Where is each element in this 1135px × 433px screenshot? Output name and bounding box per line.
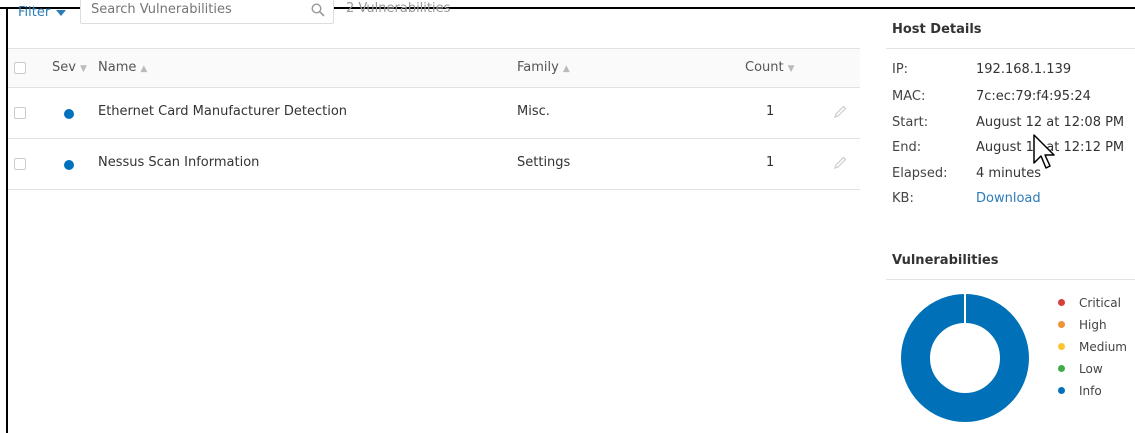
table-header-row: Sev ▼ Name ▲ Family ▲ Count ▼ bbox=[8, 49, 860, 88]
severity-info-indicator bbox=[64, 109, 74, 119]
family-header-label: Family bbox=[517, 60, 559, 75]
kb-download-link[interactable]: Download bbox=[976, 191, 1041, 206]
vulnerability-count: 1 bbox=[766, 104, 775, 119]
sort-desc-icon: ▼ bbox=[787, 64, 795, 74]
start-value: August 12 at 12:08 PM bbox=[976, 115, 1125, 130]
toolbar: Filter 2 Vulnerabilities bbox=[8, 0, 868, 30]
legend-item-info[interactable]: Info bbox=[1058, 383, 1102, 399]
end-label: End: bbox=[892, 140, 922, 155]
severity-info-indicator bbox=[64, 160, 74, 170]
kb-label: KB: bbox=[892, 191, 914, 206]
mac-value: 7c:ec:79:f4:95:24 bbox=[976, 89, 1091, 104]
legend-label: Info bbox=[1079, 384, 1102, 398]
legend-item-medium[interactable]: Medium bbox=[1058, 339, 1127, 355]
legend-dot bbox=[1058, 343, 1065, 350]
vulnerabilities-table: Sev ▼ Name ▲ Family ▲ Count ▼ Ethernet Card … bbox=[8, 48, 860, 190]
row-checkbox[interactable] bbox=[14, 158, 26, 170]
select-all-checkbox[interactable] bbox=[14, 62, 26, 74]
legend-dot bbox=[1058, 387, 1065, 394]
vulnerability-count: 1 bbox=[766, 155, 775, 170]
vulnerability-name[interactable]: Ethernet Card Manufacturer Detection bbox=[98, 104, 347, 119]
legend-item-critical[interactable]: Critical bbox=[1058, 295, 1121, 311]
search-box[interactable] bbox=[80, 0, 334, 24]
column-header-family[interactable]: Family ▲ bbox=[517, 60, 570, 75]
mouse-pointer-icon bbox=[1033, 134, 1055, 169]
legend-item-low[interactable]: Low bbox=[1058, 361, 1103, 377]
count-header-label: Count bbox=[745, 60, 784, 75]
sort-asc-icon: ▲ bbox=[562, 64, 570, 74]
ip-label: IP: bbox=[892, 62, 909, 77]
column-header-name[interactable]: Name ▲ bbox=[98, 60, 147, 75]
donut-segment-info[interactable] bbox=[901, 294, 1029, 422]
filter-button[interactable]: Filter bbox=[18, 0, 67, 26]
column-header-sev[interactable]: Sev ▼ bbox=[52, 60, 87, 75]
legend-label: Low bbox=[1079, 362, 1103, 376]
legend-dot bbox=[1058, 321, 1065, 328]
divider bbox=[886, 279, 1135, 280]
name-header-label: Name bbox=[98, 60, 137, 75]
legend-label: High bbox=[1079, 318, 1107, 332]
sort-asc-icon: ▲ bbox=[140, 64, 148, 74]
start-label: Start: bbox=[892, 115, 929, 130]
table-row[interactable]: Nessus Scan Information Settings 1 bbox=[8, 139, 860, 190]
sev-header-label: Sev bbox=[52, 60, 76, 75]
table-row[interactable]: Ethernet Card Manufacturer Detection Mis… bbox=[8, 88, 860, 139]
legend-label: Critical bbox=[1079, 296, 1121, 310]
host-details-title: Host Details bbox=[892, 22, 982, 37]
mac-label: MAC: bbox=[892, 89, 926, 104]
filter-label: Filter bbox=[18, 5, 51, 20]
vulnerabilities-title: Vulnerabilities bbox=[892, 253, 999, 268]
sort-desc-icon: ▼ bbox=[79, 64, 87, 74]
legend-dot bbox=[1058, 365, 1065, 372]
legend-dot bbox=[1058, 299, 1065, 306]
edit-pencil-icon[interactable] bbox=[832, 155, 848, 171]
divider bbox=[886, 48, 1135, 49]
vulnerability-family: Settings bbox=[517, 155, 571, 170]
caret-down-icon bbox=[56, 9, 67, 16]
vulnerability-name[interactable]: Nessus Scan Information bbox=[98, 155, 259, 170]
host-details-panel: Host Details IP: 192.168.1.139 MAC: 7c:e… bbox=[886, 0, 1135, 433]
legend-label: Medium bbox=[1079, 340, 1127, 354]
search-icon[interactable] bbox=[311, 3, 325, 17]
column-header-count[interactable]: Count ▼ bbox=[745, 60, 795, 75]
vulnerability-family: Misc. bbox=[517, 104, 550, 119]
vulnerabilities-donut-chart[interactable] bbox=[900, 293, 1030, 423]
ip-value: 192.168.1.139 bbox=[976, 62, 1072, 77]
edit-pencil-icon[interactable] bbox=[832, 104, 848, 120]
legend-item-high[interactable]: High bbox=[1058, 317, 1107, 333]
row-checkbox[interactable] bbox=[14, 107, 26, 119]
vulnerability-count: 2 Vulnerabilities bbox=[346, 1, 451, 16]
elapsed-label: Elapsed: bbox=[892, 166, 948, 181]
search-input[interactable] bbox=[89, 1, 303, 18]
